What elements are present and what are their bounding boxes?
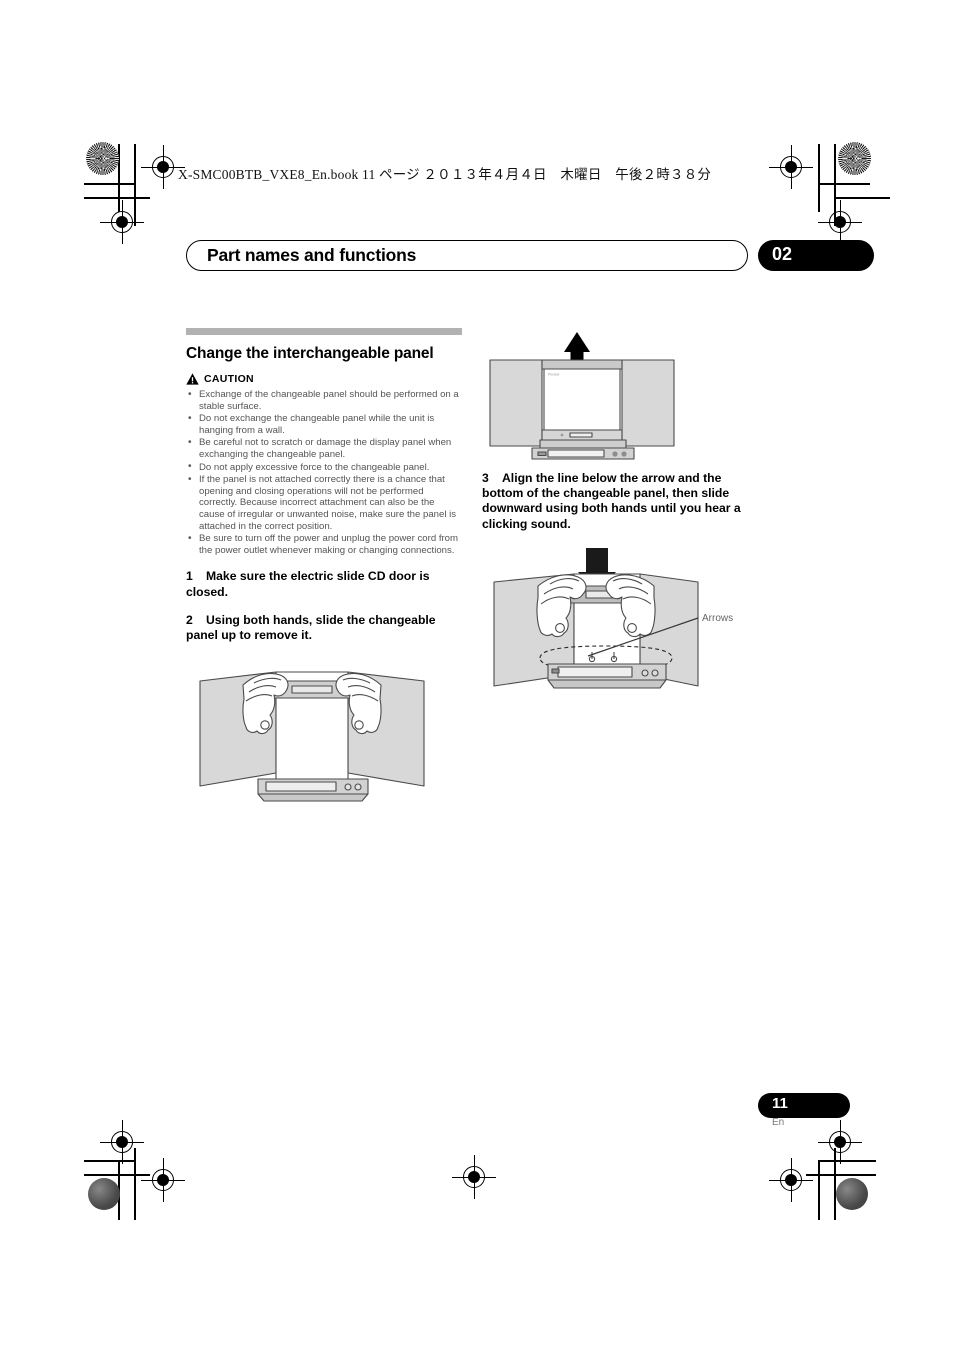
- language-code-label: En: [772, 1117, 785, 1128]
- list-item: Do not apply excessive force to the chan…: [186, 461, 462, 474]
- crop-mark-line: [806, 1174, 876, 1176]
- crop-mark-line: [134, 197, 150, 199]
- page-number-badge: 11: [758, 1093, 850, 1118]
- book-file-header: X-SMC00BTB_VXE8_En.book 11 ページ ２０１３年４月４日…: [178, 167, 712, 182]
- page-title: Part names and functions: [207, 245, 417, 265]
- caution-label: CAUTION: [204, 373, 254, 385]
- list-item: Be careful not to scratch or damage the …: [186, 437, 462, 460]
- step-3: 3 Align the line below the arrow and the …: [482, 471, 762, 532]
- arrows-callout-label: Arrows: [702, 613, 733, 624]
- registration-mark-icon: [100, 200, 144, 244]
- list-item: If the panel is not attached correctly t…: [186, 474, 462, 532]
- registration-rosette-icon: [836, 1178, 868, 1210]
- registration-mark-icon: [141, 1158, 185, 1202]
- right-column: Pioneer 3 Align the line below the arrow …: [482, 330, 762, 703]
- step-2-text: Using both hands, slide the changeable p…: [186, 612, 436, 642]
- crop-mark-line: [818, 1160, 820, 1220]
- figure-panel-remove-hands: [186, 661, 462, 812]
- list-item: Be sure to turn off the power and unplug…: [186, 533, 462, 556]
- step-1: 1 Make sure the electric slide CD door is…: [186, 569, 462, 599]
- registration-mark-icon: [452, 1155, 496, 1199]
- page-number-label: 11: [772, 1095, 788, 1112]
- svg-text:Pioneer: Pioneer: [548, 373, 561, 377]
- crop-mark-line: [834, 197, 890, 199]
- registration-rosette-icon: [838, 142, 871, 175]
- registration-rosette-icon: [88, 1178, 120, 1210]
- stereo-unit-panel-up-arrow-illustration: Pioneer: [489, 332, 675, 460]
- step-1-text: Make sure the electric slide CD door is …: [186, 569, 430, 599]
- crop-mark-line: [818, 183, 870, 185]
- caution-bullet-list: Exchange of the changeable panel should …: [186, 388, 462, 556]
- chapter-number-label: 02: [772, 244, 793, 264]
- figure-panel-removal-arrow: Pioneer: [482, 330, 762, 465]
- list-item: Exchange of the changeable panel should …: [186, 388, 462, 412]
- crop-mark-line: [84, 183, 136, 185]
- caution-header: CAUTION: [186, 373, 462, 385]
- registration-mark-icon: [818, 200, 862, 244]
- hands-sliding-panel-down-illustration: Arrows: [493, 547, 733, 689]
- registration-mark-icon: [818, 1120, 862, 1164]
- registration-rosette-icon: [86, 142, 119, 175]
- list-item: Do not exchange the changeable panel whi…: [186, 413, 462, 436]
- hands-removing-panel-illustration: [199, 671, 425, 802]
- running-title-bar: Part names and functions: [186, 240, 748, 271]
- registration-mark-icon: [100, 1120, 144, 1164]
- section-heading: Change the interchangeable panel: [186, 345, 434, 362]
- step-1-number: 1: [186, 569, 193, 584]
- step-3-text: Align the line below the arrow and the b…: [482, 471, 741, 531]
- step-3-number: 3: [482, 471, 489, 485]
- step-2-number: 2: [186, 612, 193, 627]
- step-2: 2 Using both hands, slide the changeable …: [186, 613, 462, 643]
- registration-mark-icon: [769, 1158, 813, 1202]
- figure-panel-attach-hands: Arrows: [482, 546, 762, 703]
- warning-triangle-icon: [186, 373, 199, 385]
- left-column: Change the interchangeable panel CAUTION…: [186, 328, 462, 812]
- registration-mark-icon: [769, 145, 813, 189]
- section-divider-rule: [186, 328, 462, 335]
- chapter-number-badge: 02: [758, 240, 874, 271]
